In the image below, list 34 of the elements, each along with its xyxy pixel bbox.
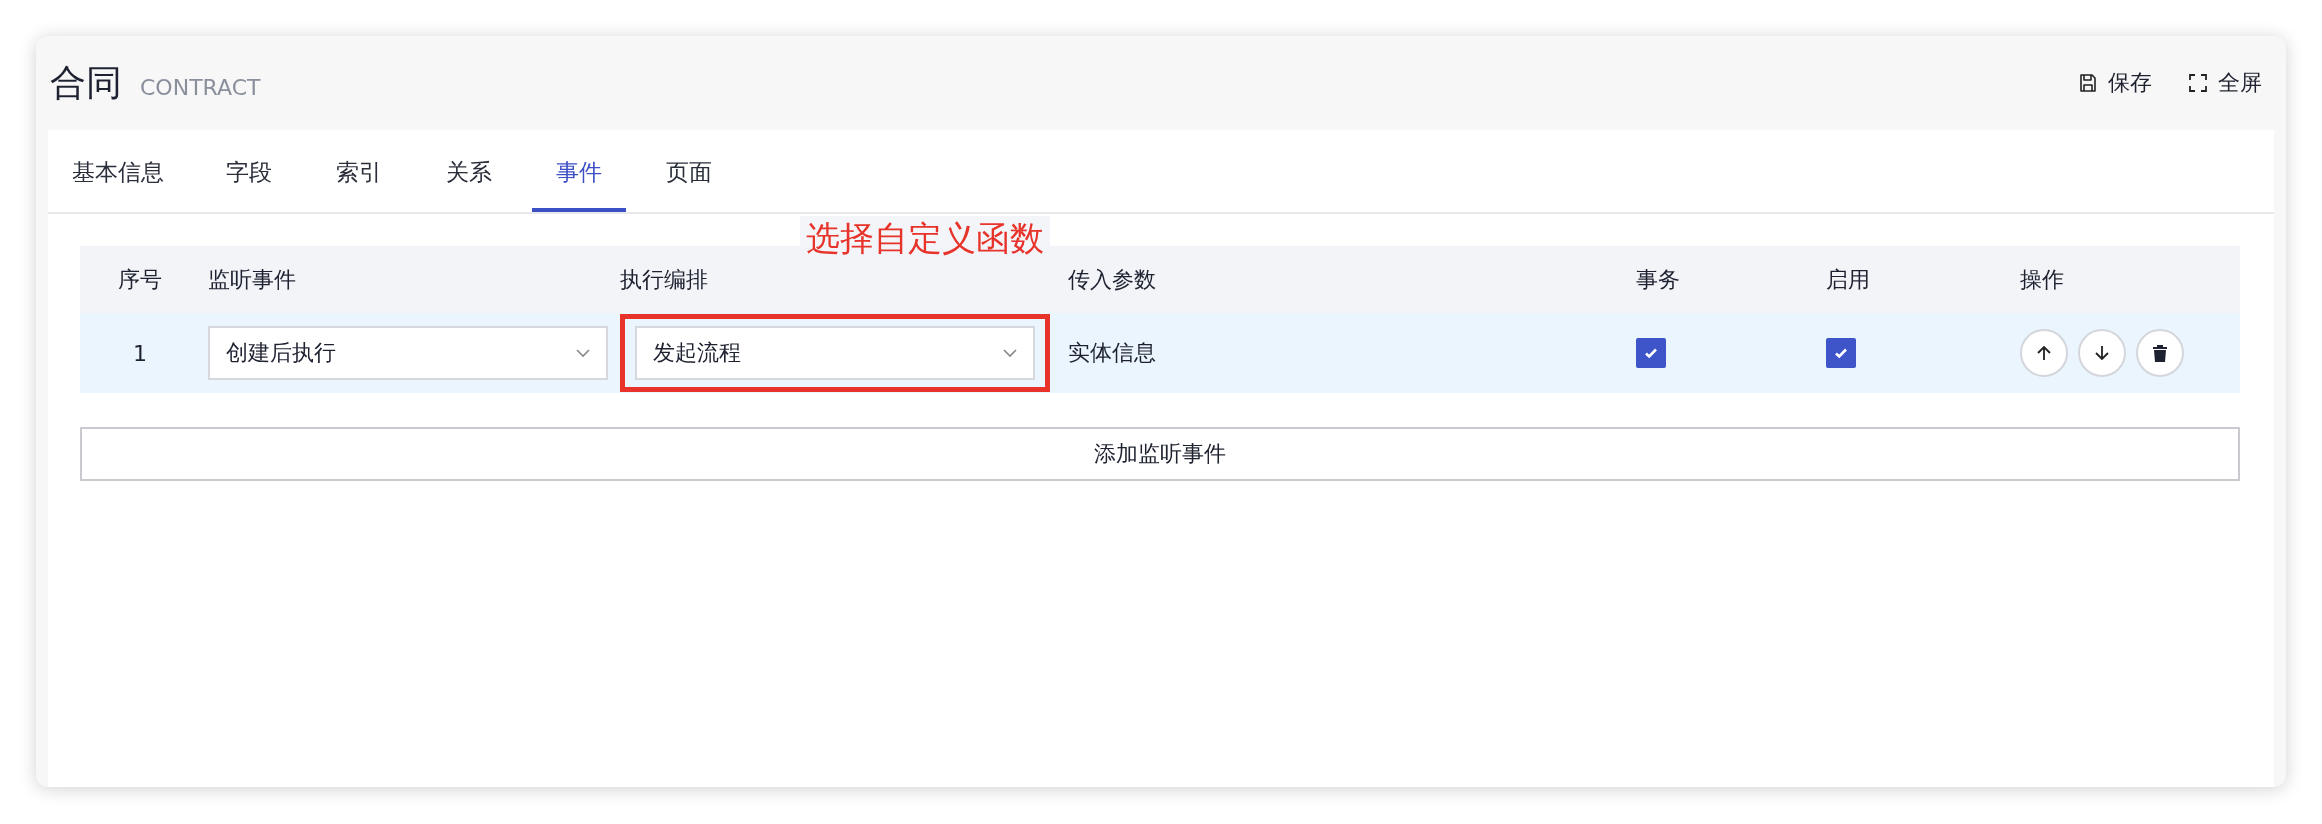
column-header: 执行编排 <box>619 265 709 294</box>
column-header: 序号 <box>117 265 163 294</box>
tab[interactable]: 关系 <box>422 130 516 212</box>
move-down-button[interactable] <box>2078 329 2126 377</box>
transaction-checkbox[interactable] <box>1636 338 1666 368</box>
window-title: 合同 <box>50 60 122 105</box>
tab[interactable]: 索引 <box>312 130 406 212</box>
trash-icon <box>2152 344 2168 362</box>
save-button[interactable]: 保存 <box>2078 68 2152 98</box>
up-arrow-icon <box>2035 344 2053 362</box>
column-header: 操作 <box>2019 265 2065 294</box>
enabled-checkbox[interactable] <box>1826 338 1856 368</box>
tab[interactable]: 页面 <box>642 130 736 212</box>
save-icon <box>2078 73 2098 93</box>
tab[interactable]: 基本信息 <box>68 130 188 212</box>
action-select[interactable]: 发起流程 <box>635 326 1035 380</box>
row-number: 1 <box>132 340 148 366</box>
add-event-button[interactable]: 添加监听事件 <box>80 427 2240 481</box>
tab[interactable]: 事件 <box>532 130 626 212</box>
column-header: 监听事件 <box>207 265 297 294</box>
column-header: 启用 <box>1825 265 1871 294</box>
event-select[interactable]: 创建后执行 <box>208 326 608 380</box>
column-header: 传入参数 <box>1067 265 1157 294</box>
params-text: 实体信息 <box>1067 339 1157 367</box>
delete-button[interactable] <box>2136 329 2184 377</box>
chevron-icon <box>576 348 590 358</box>
column-header: 事务 <box>1635 265 1681 294</box>
down-arrow-icon <box>2093 344 2111 362</box>
fullscreen-icon <box>2188 73 2208 93</box>
window-subtitle: CONTRACT <box>140 74 261 100</box>
fullscreen-button[interactable]: 全屏 <box>2188 68 2262 98</box>
move-up-button[interactable] <box>2020 329 2068 377</box>
chevron-icon <box>1003 348 1017 358</box>
tab[interactable]: 字段 <box>202 130 296 212</box>
